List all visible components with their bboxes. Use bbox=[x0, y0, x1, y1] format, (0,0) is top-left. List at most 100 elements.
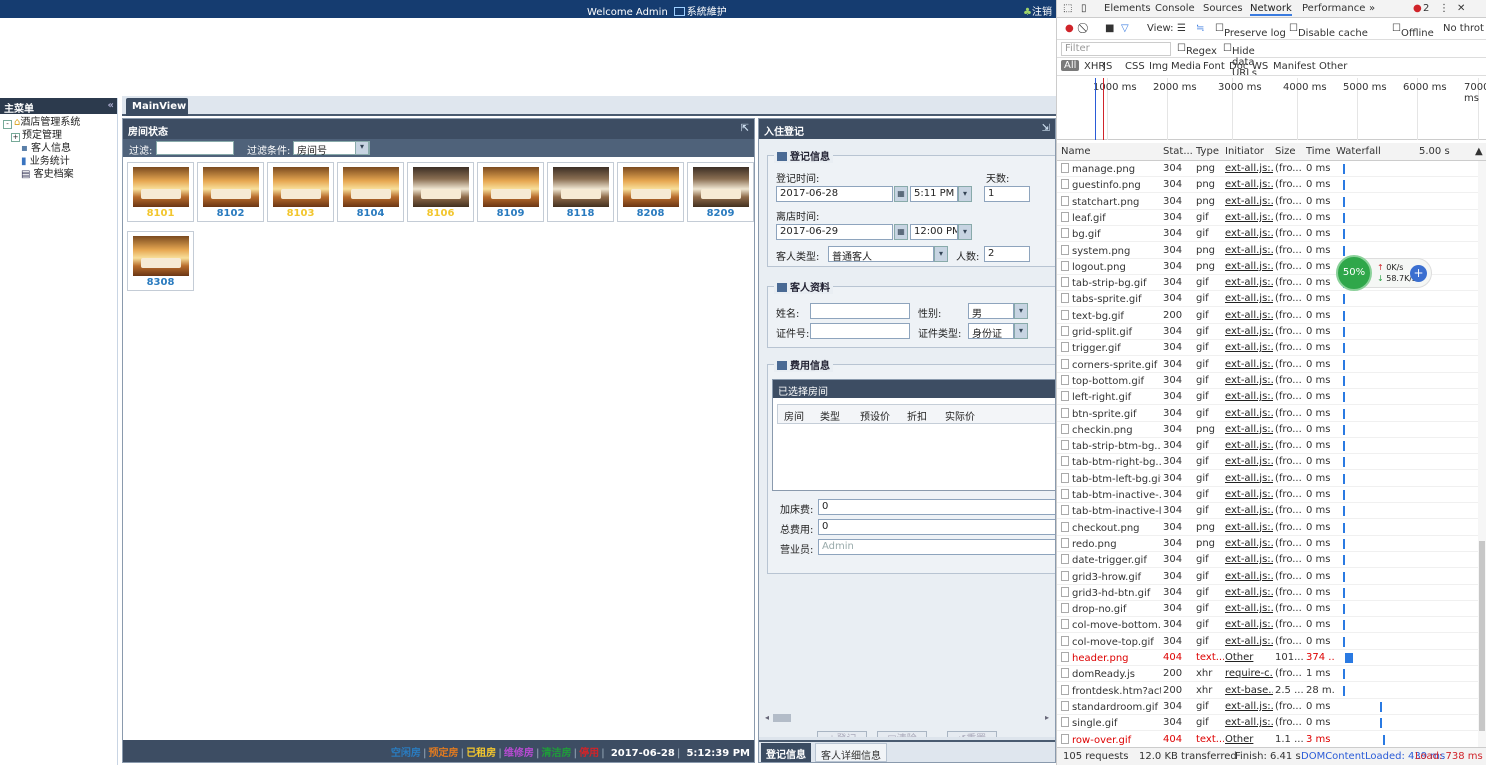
request-initiator[interactable]: ext-all.js:... bbox=[1225, 424, 1273, 435]
tree-node-history[interactable]: ▤ 客史档案 bbox=[3, 168, 114, 181]
request-initiator[interactable]: ext-all.js:... bbox=[1225, 375, 1273, 386]
tab-mainview[interactable]: MainView bbox=[126, 98, 188, 116]
gender-select[interactable]: 男 bbox=[968, 303, 1014, 319]
request-initiator[interactable]: ext-all.js:... bbox=[1225, 440, 1273, 451]
network-row[interactable]: system.png 304 png ext-all.js:...(fro... 0 m… bbox=[1057, 243, 1479, 259]
request-initiator[interactable]: ext-all.js:... bbox=[1225, 277, 1273, 288]
network-row[interactable]: top-bottom.gif 304 gif ext-all.js:...(fro..… bbox=[1057, 373, 1479, 389]
network-row[interactable]: grid3-hrow.gif 304 gif ext-all.js:...(fro..… bbox=[1057, 569, 1479, 585]
type-filter-doc[interactable]: Doc bbox=[1229, 61, 1248, 72]
chevron-down-icon[interactable]: ▾ bbox=[1014, 323, 1028, 339]
extra-bed-field[interactable]: 0 bbox=[818, 499, 1055, 515]
room-tile[interactable]: 8308 bbox=[127, 231, 194, 291]
camera-icon[interactable]: ■ bbox=[1105, 23, 1114, 34]
network-row[interactable]: left-right.gif 304 gif ext-all.js:...(fro..… bbox=[1057, 389, 1479, 406]
type-filter-media[interactable]: Media bbox=[1171, 61, 1201, 72]
network-row[interactable]: trigger.gif 304 gif ext-all.js:...(fro... 0 … bbox=[1057, 340, 1479, 357]
request-initiator[interactable]: ext-all.js:... bbox=[1225, 179, 1273, 190]
request-initiator[interactable]: ext-all.js:... bbox=[1225, 359, 1273, 370]
chevron-down-icon[interactable]: ▾ bbox=[1014, 303, 1028, 319]
room-tile[interactable]: 8109 bbox=[477, 162, 544, 222]
tab-registration-info[interactable]: 登记信息 bbox=[761, 743, 811, 762]
request-initiator[interactable]: ext-all.js:... bbox=[1225, 326, 1273, 337]
request-initiator[interactable]: ext-all.js:... bbox=[1225, 196, 1273, 207]
inspect-icon[interactable]: ⬚ bbox=[1063, 3, 1072, 14]
checkout-time-field[interactable]: 12:00 PM bbox=[910, 224, 958, 240]
people-field[interactable]: 2 bbox=[984, 246, 1030, 262]
network-row[interactable]: drop-no.gif 304 gif ext-all.js:...(fro... 0 … bbox=[1057, 601, 1479, 618]
room-tile[interactable]: 8101 bbox=[127, 162, 194, 222]
network-row[interactable]: header.png 404 text...Other101...374 ... bbox=[1057, 650, 1479, 666]
network-row[interactable]: tab-btm-inactive-l...304 gif ext-all.js:..… bbox=[1057, 503, 1479, 520]
request-initiator[interactable]: ext-all.js:... bbox=[1225, 571, 1273, 582]
request-initiator[interactable]: ext-all.js:... bbox=[1225, 228, 1273, 239]
chevron-down-icon[interactable]: ▾ bbox=[958, 224, 972, 240]
calendar-icon[interactable]: ▦ bbox=[894, 186, 908, 202]
network-row[interactable]: row-over.gif 404 text... Other 1.1 ... 3 ms bbox=[1057, 732, 1479, 748]
col-actual-price[interactable]: 实际价 bbox=[945, 408, 975, 423]
tab-elements[interactable]: Elements bbox=[1104, 3, 1151, 14]
request-initiator[interactable]: ext-all.js:... bbox=[1225, 391, 1273, 402]
type-filter-ws[interactable]: WS bbox=[1252, 61, 1268, 72]
network-row[interactable]: guestinfo.png 304 png ext-all.js:...(fro...… bbox=[1057, 177, 1479, 194]
network-row[interactable]: col-move-bottom...304 gif ext-all.js:...(f… bbox=[1057, 617, 1479, 634]
offline-checkbox[interactable]: ☐ Offline bbox=[1392, 23, 1434, 39]
filter-input[interactable] bbox=[156, 141, 234, 155]
tab-console[interactable]: Console bbox=[1155, 3, 1195, 14]
name-field[interactable] bbox=[810, 303, 910, 319]
room-tile[interactable]: 8103 bbox=[267, 162, 334, 222]
tree-node-statistics[interactable]: ▮ 业务统计 bbox=[3, 155, 114, 168]
checkin-date-field[interactable]: 2017-06-28 bbox=[776, 186, 893, 202]
network-row[interactable]: col-move-top.gif 304 gif ext-all.js:...(fro… bbox=[1057, 634, 1479, 650]
network-row[interactable]: checkin.png 304 png ext-all.js:...(fro... 0 … bbox=[1057, 422, 1479, 438]
total-fee-field[interactable]: 0 bbox=[818, 519, 1055, 535]
error-icon[interactable]: ● bbox=[1413, 3, 1422, 14]
request-initiator[interactable]: require-c... bbox=[1225, 668, 1273, 679]
chevron-down-icon[interactable]: ▾ bbox=[355, 141, 369, 155]
request-initiator[interactable]: ext-base... bbox=[1225, 685, 1273, 696]
reset-button[interactable]: ↺重置 bbox=[947, 731, 997, 737]
network-row[interactable]: statchart.png 304 png ext-all.js:...(fro...… bbox=[1057, 194, 1479, 210]
request-initiator[interactable]: ext-all.js:... bbox=[1225, 310, 1273, 321]
checkin-time-field[interactable]: 5:11 PM bbox=[910, 186, 958, 202]
col-type[interactable]: Type bbox=[1196, 146, 1219, 157]
col-initiator[interactable]: Initiator bbox=[1225, 146, 1264, 157]
room-tile[interactable]: 8118 bbox=[547, 162, 614, 222]
request-initiator[interactable]: Other bbox=[1225, 652, 1273, 663]
throttling-select[interactable]: No throt bbox=[1443, 23, 1484, 34]
room-tile[interactable]: 8209 bbox=[687, 162, 754, 222]
network-row[interactable]: corners-sprite.gif 304 gif ext-all.js:...(f… bbox=[1057, 357, 1479, 373]
network-row[interactable]: leaf.gif 304 gif ext-all.js:...(fro... 0 ms bbox=[1057, 210, 1479, 226]
id-number-field[interactable] bbox=[810, 323, 910, 339]
network-row[interactable]: single.gif 304 gif ext-all.js:...(fro... 0 m… bbox=[1057, 715, 1479, 732]
network-row[interactable]: tabs-sprite.gif 304 gif ext-all.js:...(fro.… bbox=[1057, 291, 1479, 308]
request-initiator[interactable]: ext-all.js:... bbox=[1225, 554, 1273, 565]
tree-node-root[interactable]: - ⌂酒店管理系统 bbox=[3, 116, 114, 129]
network-row[interactable]: bg.gif 304 gif ext-all.js:...(fro... 0 ms bbox=[1057, 226, 1479, 243]
tab-performance[interactable]: Performance bbox=[1302, 3, 1365, 14]
system-maintenance-link[interactable]: 系統維护 bbox=[687, 7, 727, 18]
panel-collapse-icon[interactable]: ⇱ bbox=[741, 123, 749, 134]
register-button[interactable]: ☆登记 bbox=[817, 731, 867, 737]
request-initiator[interactable]: ext-all.js:... bbox=[1225, 408, 1273, 419]
network-row[interactable]: grid3-hd-btn.gif 304 gif ext-all.js:...(fro… bbox=[1057, 585, 1479, 601]
tree-node-guest-info[interactable]: ▪ 客人信息 bbox=[3, 142, 114, 155]
request-initiator[interactable]: ext-all.js:... bbox=[1225, 163, 1273, 174]
request-initiator[interactable]: ext-all.js:... bbox=[1225, 636, 1273, 647]
type-filter-css[interactable]: CSS bbox=[1125, 61, 1145, 72]
request-initiator[interactable]: ext-all.js:... bbox=[1225, 603, 1273, 614]
logout-button[interactable]: ♣注销 bbox=[1023, 3, 1052, 18]
request-initiator[interactable]: ext-all.js:... bbox=[1225, 619, 1273, 630]
collapse-node-icon[interactable]: - bbox=[3, 120, 12, 129]
tree-node-booking[interactable]: + 预定管理 bbox=[3, 129, 114, 142]
request-initiator[interactable]: ext-all.js:... bbox=[1225, 717, 1273, 728]
calendar-icon[interactable]: ▦ bbox=[894, 224, 908, 240]
col-size[interactable]: Size bbox=[1275, 146, 1296, 157]
chevron-down-icon[interactable]: ▾ bbox=[934, 246, 948, 262]
request-initiator[interactable]: ext-all.js:... bbox=[1225, 342, 1273, 353]
network-filter-input[interactable]: Filter bbox=[1061, 42, 1171, 56]
col-discount[interactable]: 折扣 bbox=[907, 408, 927, 423]
guest-type-select[interactable]: 普通客人 bbox=[828, 246, 934, 262]
checkout-date-field[interactable]: 2017-06-29 bbox=[776, 224, 893, 240]
request-initiator[interactable]: ext-all.js:... bbox=[1225, 505, 1273, 516]
